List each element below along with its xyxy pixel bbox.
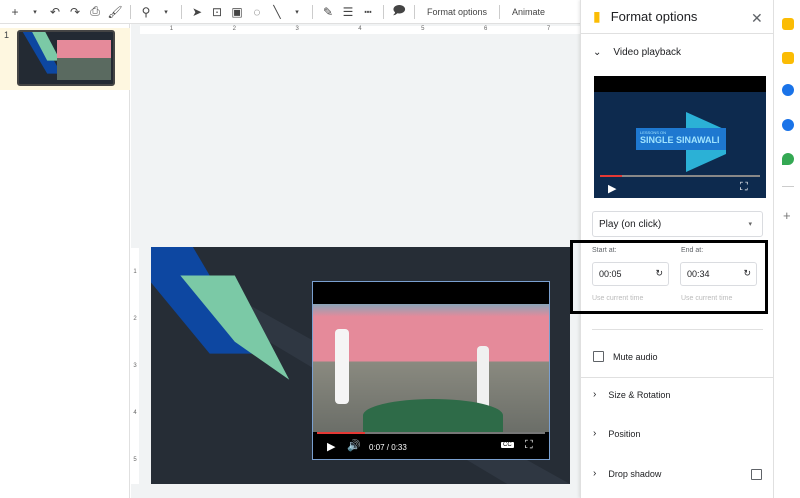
- add-addon-icon[interactable]: +: [783, 208, 791, 223]
- panel-title: Format options: [610, 9, 698, 24]
- print-icon[interactable]: ⎙: [86, 2, 104, 22]
- ruler-tick: 2: [133, 315, 137, 322]
- ruler-tick: 7: [546, 26, 551, 32]
- ruler-tick: 1: [169, 26, 174, 32]
- ruler-tick: 3: [295, 26, 299, 32]
- redo-icon[interactable]: ↷: [66, 2, 84, 22]
- slide-thumbnail[interactable]: [17, 30, 115, 86]
- keep-notes-icon[interactable]: [782, 52, 794, 64]
- new-slide-dropdown-icon[interactable]: ▾: [26, 2, 44, 22]
- play-mode-select[interactable]: Play (on click) ▾: [592, 211, 763, 237]
- line-icon[interactable]: ╲: [268, 2, 286, 22]
- zoom-icon[interactable]: ⚲: [137, 2, 155, 22]
- divider: [499, 4, 501, 19]
- video-player[interactable]: ▶ 🔊 0:07 / 0:33 CC ⛶: [312, 281, 550, 460]
- divider: [782, 186, 794, 187]
- format-options-button[interactable]: Format options: [421, 7, 493, 17]
- preview-fullscreen-icon[interactable]: ⛶: [740, 181, 748, 194]
- side-panel: +: [773, 0, 800, 498]
- tasks-icon[interactable]: [782, 84, 794, 96]
- ruler-tick: 1: [133, 268, 137, 275]
- chevron-right-icon: ›: [593, 428, 597, 439]
- divider: [130, 4, 131, 19]
- captions-icon[interactable]: CC: [501, 442, 514, 448]
- drop-shadow-section[interactable]: › Drop shadow: [593, 468, 661, 479]
- slide-number: 1: [4, 30, 10, 40]
- border-dash-icon[interactable]: ┅: [359, 2, 377, 22]
- video-time: 0:07 / 0:33: [369, 443, 407, 452]
- select-cursor-icon[interactable]: ➤: [188, 2, 206, 22]
- keep-icon[interactable]: [782, 18, 794, 30]
- new-slide-button[interactable]: +: [6, 2, 24, 22]
- vertical-ruler[interactable]: 1 2 3 4 5: [131, 248, 139, 484]
- divider: [383, 4, 384, 19]
- animate-button[interactable]: Animate: [506, 7, 551, 17]
- play-icon[interactable]: ▶: [327, 440, 335, 453]
- ruler-tick: 5: [133, 457, 137, 464]
- mute-label: Mute audio: [613, 351, 658, 362]
- zoom-dropdown-icon[interactable]: ▾: [157, 2, 175, 22]
- highlight-box: [570, 240, 768, 314]
- comment-icon[interactable]: 🗩: [390, 2, 408, 22]
- ruler-tick: 2: [232, 26, 236, 32]
- maps-icon[interactable]: [782, 153, 794, 165]
- filmstrip: 1: [0, 24, 130, 498]
- section-label: Size & Rotation: [608, 389, 671, 400]
- divider: [312, 4, 313, 19]
- video-playback-section[interactable]: ⌄ Video playback: [593, 47, 681, 58]
- format-paint-icon: ▮: [593, 8, 601, 24]
- divider: [181, 4, 182, 19]
- fullscreen-icon[interactable]: ⛶: [525, 439, 533, 452]
- line-dropdown-icon[interactable]: ▾: [288, 2, 306, 22]
- play-mode-value: Play (on click): [599, 219, 662, 230]
- toolbar: + ▾ ↶ ↷ ⎙ 🖌 ⚲ ▾ ➤ ⊡ ▣ ◌ ╲ ▾ ✎ ☰ ┅ 🗩 Form…: [0, 0, 580, 24]
- chevron-down-icon: ⌄: [593, 47, 602, 58]
- divider: [414, 4, 415, 19]
- close-icon[interactable]: ✕: [751, 10, 763, 27]
- chevron-right-icon: ›: [593, 389, 597, 400]
- contacts-icon[interactable]: [782, 119, 794, 131]
- preview-play-icon[interactable]: ▶: [608, 182, 616, 195]
- section-label: Drop shadow: [608, 468, 662, 479]
- preview-title: SINGLE SINAWALI: [640, 135, 720, 145]
- divider: [581, 33, 774, 34]
- shape-icon[interactable]: ◌: [248, 2, 266, 22]
- border-weight-icon[interactable]: ☰: [339, 2, 357, 22]
- image-icon[interactable]: ▣: [228, 2, 246, 22]
- ruler-tick: 4: [133, 410, 137, 417]
- horizontal-ruler[interactable]: 1 2 3 4 5 6 7: [140, 26, 580, 34]
- video-preview[interactable]: LESSONS ON SINGLE SINAWALI ▶ ⛶: [594, 76, 766, 198]
- section-label: Position: [608, 428, 641, 439]
- divider: [592, 329, 763, 330]
- section-label: Video playback: [613, 47, 682, 58]
- video-frame: [313, 304, 549, 432]
- text-box-icon[interactable]: ⊡: [208, 2, 226, 22]
- drop-shadow-checkbox[interactable]: [751, 469, 762, 480]
- video-progress-bar[interactable]: [317, 432, 545, 434]
- divider: [581, 377, 774, 378]
- size-rotation-section[interactable]: › Size & Rotation: [593, 389, 670, 400]
- position-section[interactable]: › Position: [593, 428, 640, 439]
- ruler-tick: 6: [483, 26, 488, 32]
- ruler-tick: 4: [358, 26, 362, 32]
- paint-format-icon[interactable]: 🖌: [106, 2, 124, 22]
- ruler-tick: 3: [133, 362, 137, 369]
- undo-icon[interactable]: ↶: [46, 2, 64, 22]
- pen-icon[interactable]: ✎: [319, 2, 337, 22]
- dropdown-arrow-icon: ▾: [748, 221, 752, 228]
- ruler-tick: 5: [421, 26, 425, 32]
- volume-icon[interactable]: 🔊: [347, 439, 361, 452]
- chevron-right-icon: ›: [593, 468, 597, 479]
- checkbox[interactable]: [593, 351, 604, 362]
- mute-audio-checkbox[interactable]: Mute audio: [593, 351, 658, 362]
